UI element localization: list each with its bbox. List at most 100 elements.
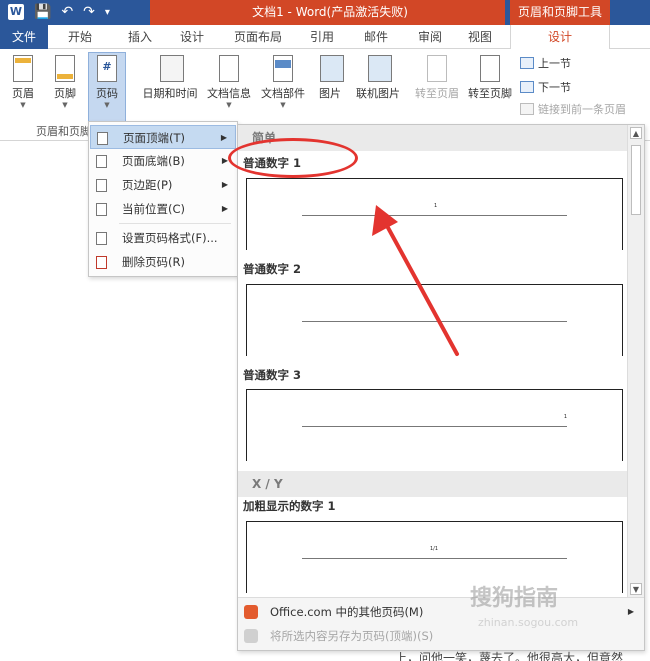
scroll-thumb[interactable] [631, 145, 641, 215]
save-icon[interactable]: 💾 [34, 4, 51, 20]
goto-footer-label: 转至页脚 [468, 87, 512, 100]
chevron-right-icon: ▶ [221, 180, 228, 189]
link-to-previous-button[interactable]: 链接到前一条页眉 [520, 101, 626, 117]
page-number-icon: # [93, 53, 121, 85]
chevron-right-icon: ▶ [627, 607, 634, 616]
annotation-ellipse [228, 138, 358, 178]
tab-insert[interactable]: 插入 [120, 25, 160, 49]
office-com-icon [244, 605, 258, 619]
customize-qat-icon[interactable]: ▾ [105, 7, 110, 18]
prev-section-label: 上一节 [538, 57, 571, 70]
redo-icon[interactable]: ↷ [83, 4, 95, 20]
scroll-up-icon[interactable]: ▲ [630, 127, 642, 139]
header-line [302, 426, 567, 427]
menu-item-format-page-numbers[interactable]: 设置页码格式(F)... [90, 226, 236, 250]
calendar-clock-icon [156, 53, 184, 85]
chevron-right-icon: ▶ [220, 133, 227, 142]
header-line [302, 321, 567, 322]
tab-page-layout[interactable]: 页面布局 [228, 25, 288, 49]
picture-label: 图片 [319, 87, 341, 100]
chevron-down-icon: ▼ [20, 101, 26, 109]
next-section-button[interactable]: 下一节 [520, 79, 571, 95]
tab-view[interactable]: 视图 [460, 25, 500, 49]
page-number-button[interactable]: # 页码 ▼ [88, 52, 126, 122]
doc-info-icon [215, 53, 243, 85]
context-tab-group-label: 页眉和页脚工具 [510, 0, 610, 25]
save-to-gallery-icon [244, 629, 258, 643]
chevron-down-icon: ▼ [104, 101, 110, 109]
doc-info-button[interactable]: 文档信息 ▼ [204, 53, 254, 109]
menu-item-current-position[interactable]: 当前位置(C) ▶ [90, 197, 236, 221]
menu-item-label: 页面底端(B) [122, 154, 185, 168]
header-button[interactable]: 页眉 ▼ [6, 53, 40, 109]
tab-design[interactable]: 设计 [172, 25, 212, 49]
next-section-icon [520, 81, 534, 93]
menu-item-label: 页面顶端(T) [123, 131, 185, 145]
chevron-down-icon: ▼ [62, 101, 68, 109]
header-line [302, 215, 567, 216]
page-margins-icon [96, 179, 107, 192]
word-logo-icon: W [8, 4, 24, 20]
goto-footer-button[interactable]: 转至页脚 [465, 53, 515, 101]
tab-home[interactable]: 开始 [60, 25, 100, 49]
tab-references[interactable]: 引用 [302, 25, 342, 49]
picture-button[interactable]: 图片 [314, 53, 346, 101]
gallery-item-bold-number-1[interactable]: 1/1 [246, 521, 623, 593]
online-picture-label: 联机图片 [356, 87, 400, 100]
menu-item-bottom-of-page[interactable]: 页面底端(B) ▶ [90, 149, 236, 173]
doc-parts-label: 文档部件 [261, 87, 305, 100]
menu-item-remove-page-numbers[interactable]: 删除页码(R) [90, 250, 236, 274]
scroll-down-icon[interactable]: ▼ [630, 583, 642, 595]
current-position-icon [96, 203, 107, 216]
header-label: 页眉 [12, 87, 34, 100]
goto-footer-icon [476, 53, 504, 85]
doc-parts-button[interactable]: 文档部件 ▼ [257, 53, 309, 109]
menu-item-page-margins[interactable]: 页边距(P) ▶ [90, 173, 236, 197]
doc-info-label: 文档信息 [207, 87, 251, 100]
ribbon-tabs: 文件 开始 插入 设计 页面布局 引用 邮件 审阅 视图 设计 [0, 25, 650, 50]
menu-divider [119, 223, 231, 224]
goto-header-button[interactable]: 转至页眉 [412, 53, 462, 101]
prev-section-icon [520, 57, 534, 69]
link-icon [520, 103, 534, 115]
window-title: 文档1 - Word(产品激活失败) [252, 5, 408, 19]
header-footer-group-label: 页眉和页脚 [36, 125, 91, 138]
save-selection-as-page-number[interactable]: 将所选内容另存为页码(顶端)(S) [244, 625, 433, 647]
gallery-footer: Office.com 中的其他页码(M) ▶ 将所选内容另存为页码(顶端)(S) [238, 597, 644, 650]
page-bottom-icon [96, 155, 107, 168]
menu-item-label: 页边距(P) [122, 178, 173, 192]
gallery-item-plain-number-3[interactable]: 1 [246, 389, 623, 461]
page-top-icon [97, 132, 108, 145]
sample-number: 1/1 [430, 546, 439, 552]
date-time-button[interactable]: 日期和时间 [138, 53, 202, 101]
more-page-numbers-label: Office.com 中的其他页码(M) [270, 605, 424, 619]
menu-item-label: 设置页码格式(F)... [122, 231, 218, 245]
gallery-item-title: 加粗显示的数字 1 [243, 499, 336, 513]
gallery-item-plain-number-1[interactable]: 1 [246, 178, 623, 250]
menu-item-top-of-page[interactable]: 页面顶端(T) ▶ [90, 125, 236, 149]
tab-file[interactable]: 文件 [0, 25, 48, 49]
undo-icon[interactable]: ↶ [61, 4, 73, 20]
chevron-down-icon: ▼ [226, 101, 232, 109]
tab-review[interactable]: 审阅 [410, 25, 450, 49]
gallery-section-xy: X / Y [238, 471, 627, 497]
quick-access-toolbar: W 💾 ↶ ↷ ▾ [8, 4, 110, 20]
prev-section-button[interactable]: 上一节 [520, 55, 571, 71]
gallery-item-plain-number-2[interactable] [246, 284, 623, 356]
more-page-numbers-office-com[interactable]: Office.com 中的其他页码(M) ▶ [244, 601, 640, 623]
watermark-brand: 搜狗指南 [470, 586, 559, 611]
page-number-label: 页码 [96, 87, 118, 100]
tab-header-footer-design[interactable]: 设计 [510, 25, 610, 50]
gallery-item-title: 普通数字 2 [243, 262, 302, 276]
title-bar: W 💾 ↶ ↷ ▾ 文档1 - Word(产品激活失败) 页眉和页脚工具 [0, 0, 650, 25]
tab-mailings[interactable]: 邮件 [356, 25, 396, 49]
picture-icon [316, 53, 344, 85]
date-time-label: 日期和时间 [142, 87, 198, 100]
footer-button[interactable]: 页脚 ▼ [48, 53, 82, 109]
gallery-scrollbar[interactable]: ▲ ▼ [627, 125, 644, 597]
menu-item-label: 删除页码(R) [122, 255, 185, 269]
format-page-number-icon [96, 232, 107, 245]
online-picture-button[interactable]: 联机图片 [352, 53, 404, 101]
chevron-down-icon: ▼ [280, 101, 286, 109]
sample-number: 1 [434, 203, 438, 209]
